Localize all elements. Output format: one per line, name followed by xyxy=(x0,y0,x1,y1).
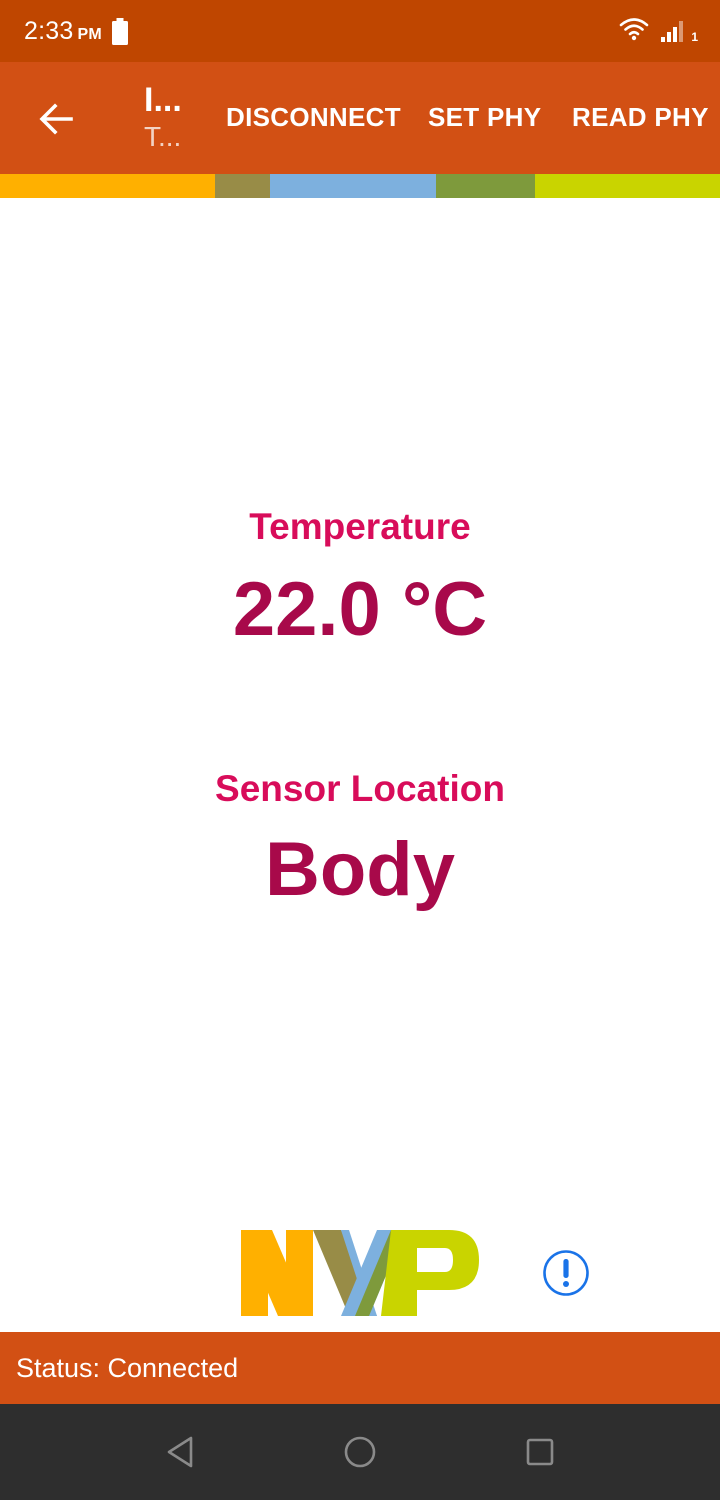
status-right: 1 xyxy=(619,17,698,46)
recents-square-icon xyxy=(526,1438,554,1466)
nav-recents-button[interactable] xyxy=(520,1432,560,1472)
nxp-logo xyxy=(241,1230,479,1316)
status-left: 2:33 PM xyxy=(24,17,128,46)
sensor-location-label: Sensor Location xyxy=(215,768,505,809)
connection-status-bar: Status: Connected xyxy=(0,1332,720,1404)
arrow-left-icon xyxy=(39,103,73,135)
toolbar-subtitle: T... xyxy=(144,121,182,152)
connection-status-text: Status: Connected xyxy=(16,1352,239,1383)
toolbar-title-block: I... T... xyxy=(144,80,204,154)
temperature-label: Temperature xyxy=(249,506,471,547)
back-button[interactable] xyxy=(30,96,82,142)
read-phy-button[interactable]: READ PHY xyxy=(572,102,709,133)
disconnect-button[interactable]: DISCONNECT xyxy=(226,102,401,133)
brand-stripe-yellow xyxy=(0,174,215,198)
app-toolbar: I... T... DISCONNECT SET PHY READ PHY xyxy=(0,62,720,174)
back-triangle-icon xyxy=(167,1436,193,1468)
system-status-bar: 2:33 PM 1 xyxy=(0,0,720,62)
brand-stripe-blue xyxy=(270,174,436,198)
set-phy-button[interactable]: SET PHY xyxy=(428,102,541,133)
system-navigation-bar xyxy=(0,1404,720,1500)
clock-time: 2:33 PM xyxy=(24,16,102,45)
sim-slot-label: 1 xyxy=(691,30,698,44)
nav-back-button[interactable] xyxy=(160,1432,200,1472)
brand-stripe-olive xyxy=(215,174,270,198)
battery-icon xyxy=(111,17,128,45)
clock-ampm: PM xyxy=(77,25,102,43)
toolbar-title: I... xyxy=(144,81,182,119)
info-button[interactable] xyxy=(542,1249,590,1297)
brand-stripe-lime xyxy=(535,174,720,198)
brand-stripe-green xyxy=(436,174,535,198)
sensor-location-value: Body xyxy=(265,827,455,912)
signal-icon: 1 xyxy=(661,19,698,43)
nav-home-button[interactable] xyxy=(340,1432,380,1472)
info-icon xyxy=(543,1250,589,1296)
wifi-icon xyxy=(619,17,649,46)
home-circle-icon xyxy=(344,1436,376,1468)
temperature-value: 22.0 °C xyxy=(232,567,488,652)
